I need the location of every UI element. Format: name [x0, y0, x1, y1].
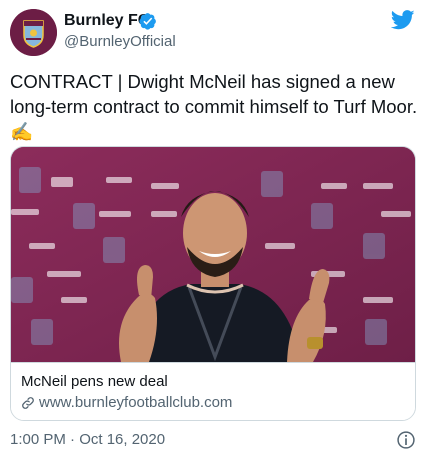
- link-card[interactable]: McNeil pens new deal www.burnleyfootball…: [10, 146, 416, 421]
- info-icon[interactable]: [396, 430, 416, 450]
- tweet: Burnley FC @BurnleyOfficial CONTRACT | D…: [0, 0, 430, 457]
- card-image[interactable]: [11, 147, 415, 362]
- link-icon: [22, 397, 34, 409]
- account-handle[interactable]: @BurnleyOfficial: [64, 33, 176, 50]
- display-name[interactable]: Burnley FC: [64, 12, 149, 30]
- verified-badge-icon: [139, 13, 156, 30]
- card-url[interactable]: www.burnleyfootballclub.com: [39, 394, 232, 411]
- card-footer[interactable]: McNeil pens new deal www.burnleyfootball…: [11, 362, 415, 420]
- twitter-bird-icon[interactable]: [391, 10, 415, 30]
- tweet-text: CONTRACT | Dwight McNeil has signed a ne…: [10, 71, 418, 142]
- timestamp[interactable]: 1:00 PM · Oct 16, 2020: [10, 431, 165, 448]
- card-title[interactable]: McNeil pens new deal: [21, 373, 168, 390]
- avatar[interactable]: [10, 9, 57, 56]
